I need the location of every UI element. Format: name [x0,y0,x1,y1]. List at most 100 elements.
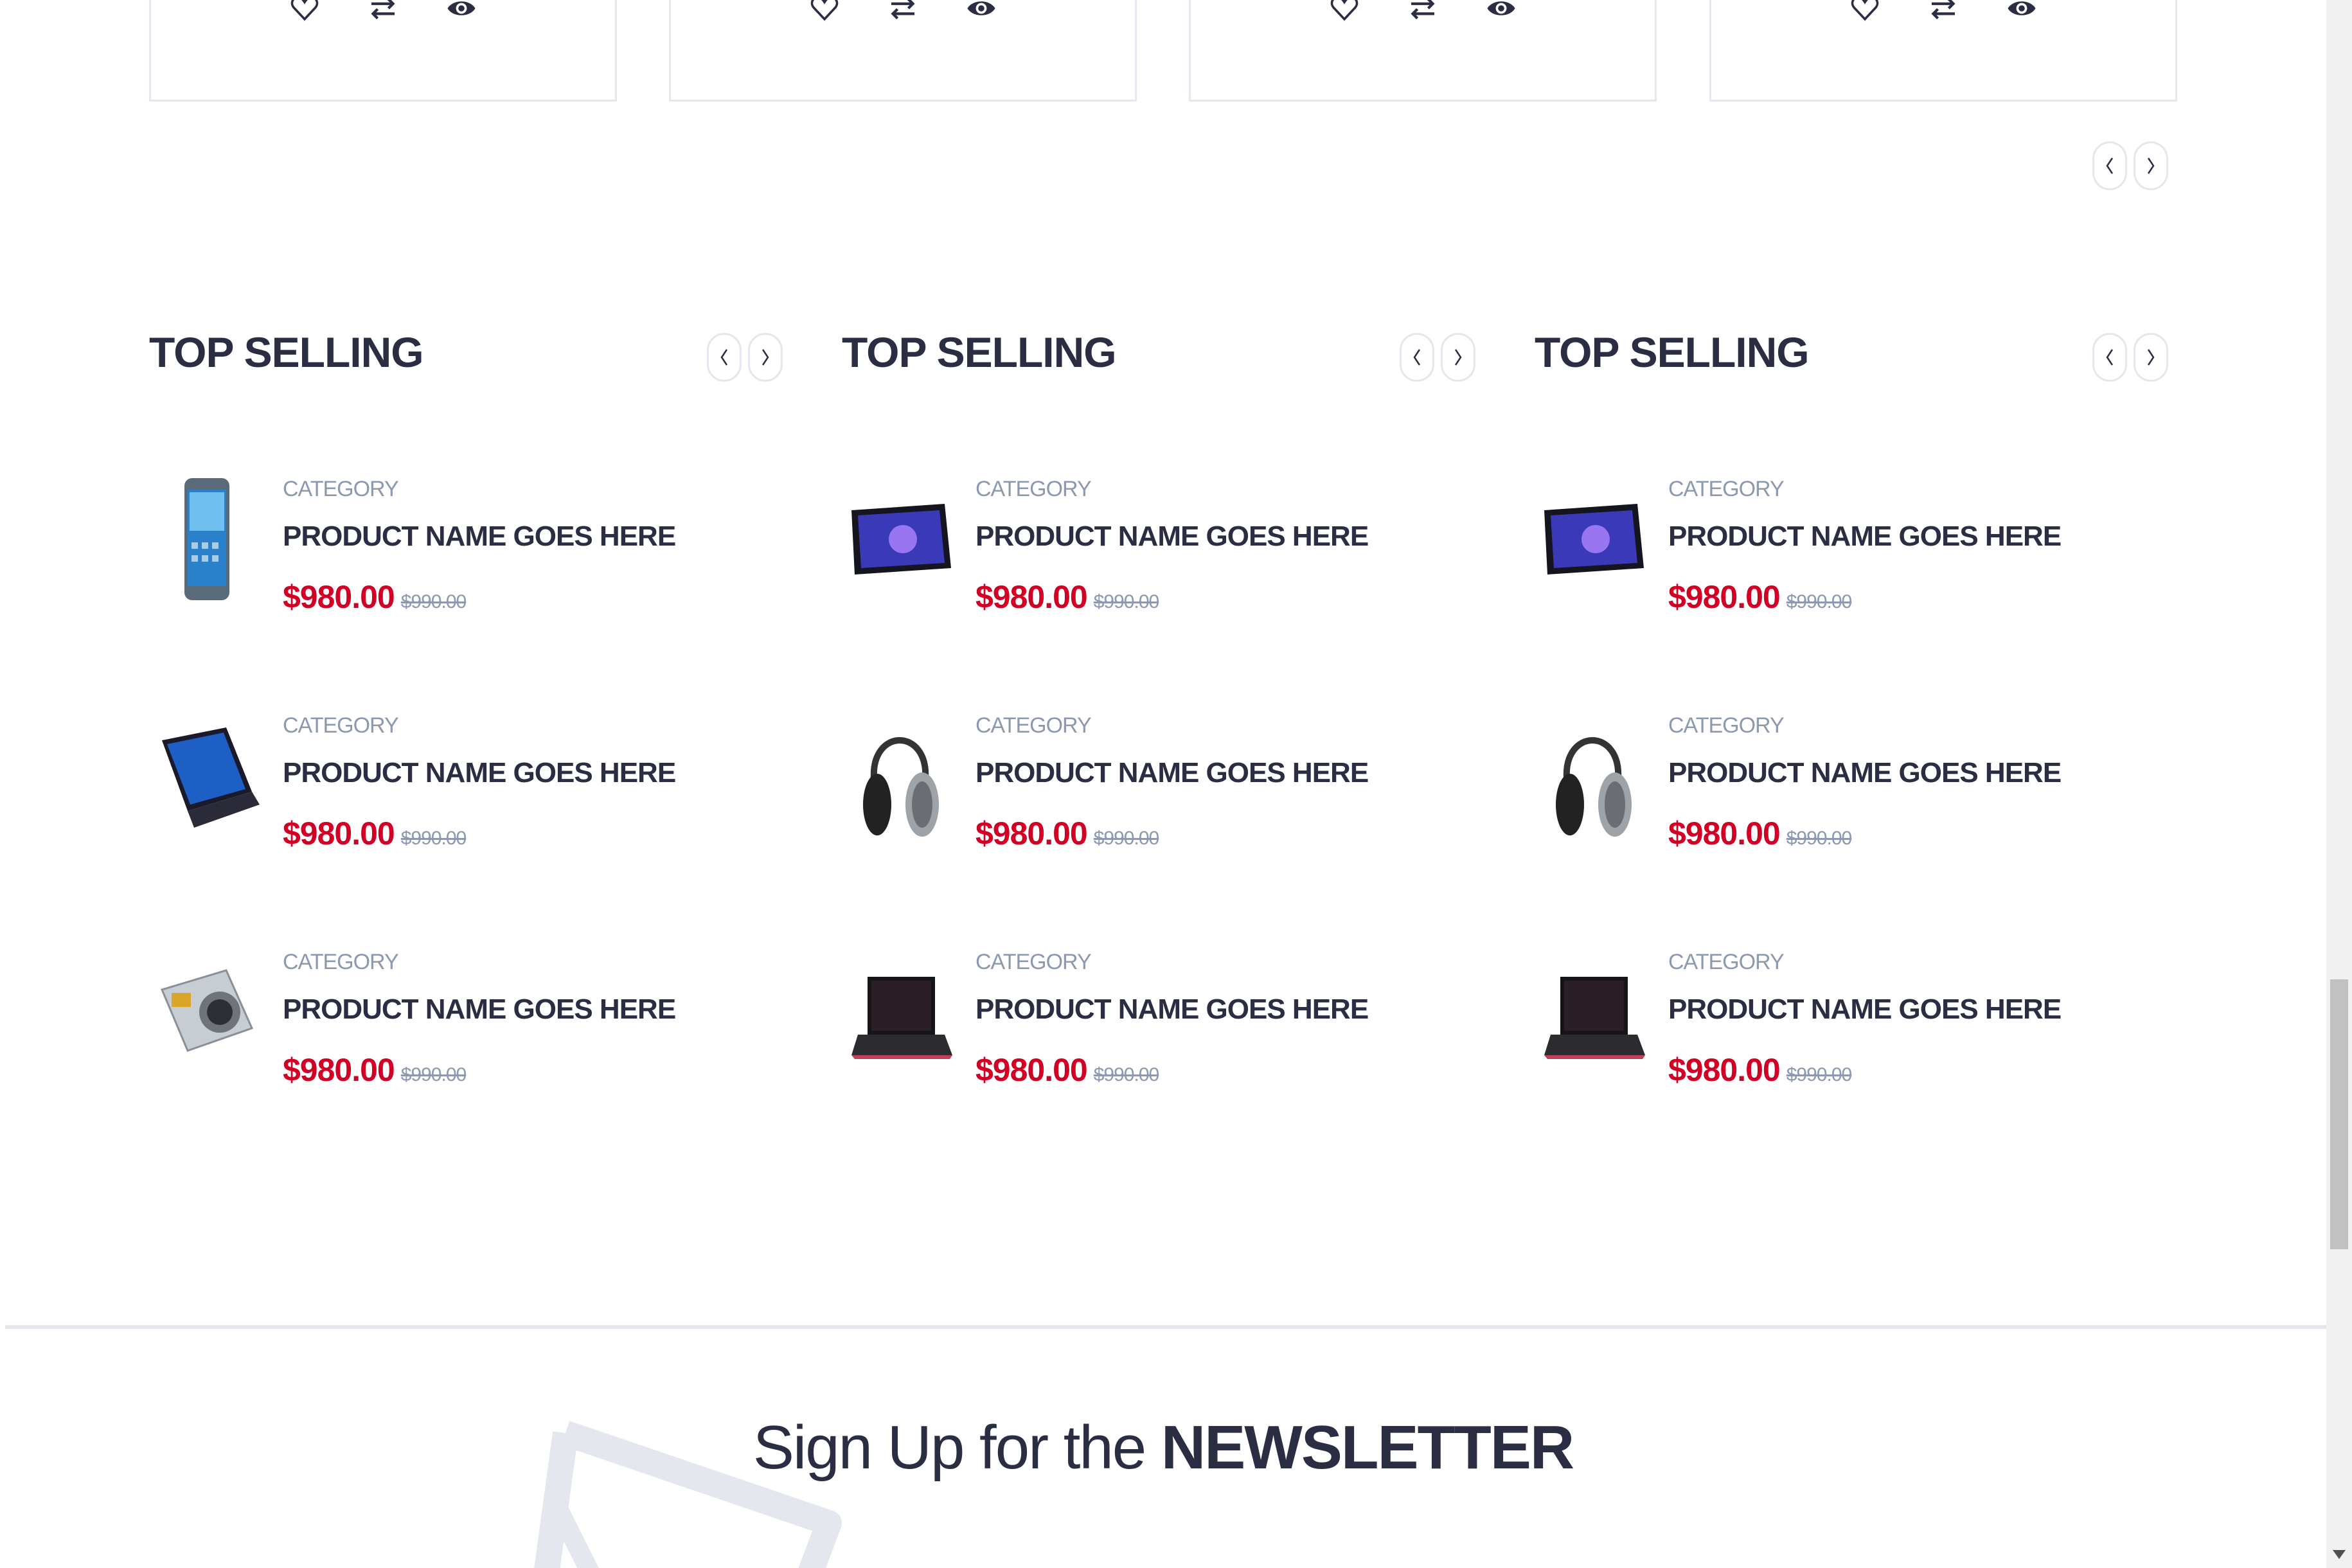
eye-button[interactable] [1482,0,1520,28]
product-widget[interactable]: CATEGORY PRODUCT NAME GOES HERE $980.00 $99… [1535,937,2164,1098]
carousel-next-button[interactable] [2134,141,2168,190]
product-image[interactable] [1535,945,1650,1080]
chevron-left-icon [2103,153,2116,179]
column-prev-button[interactable] [707,333,742,382]
product-price: $980.00 $990.00 [283,578,467,616]
chevron-left-icon [1411,344,1423,370]
scroll-down-arrow-icon[interactable] [2333,1550,2346,1559]
section-title: TOP SELLING [149,328,424,376]
carousel-prev-button[interactable] [2092,141,2127,190]
product-widget[interactable]: CATEGORY PRODUCT NAME GOES HERE $980.00 $99… [842,464,1472,625]
product-card-actions [151,0,615,30]
exchange-icon [887,0,918,24]
chevron-right-icon [2144,153,2157,179]
product-category: CATEGORY [976,950,1092,974]
exchange-button[interactable] [884,0,922,28]
product-widget[interactable]: CATEGORY PRODUCT NAME GOES HERE $980.00 $99… [149,937,779,1098]
chevron-left-icon [718,344,731,370]
product-image[interactable] [149,945,265,1080]
product-name-link[interactable]: PRODUCT NAME GOES HERE [976,993,1369,1026]
current-price: $980.00 [976,579,1088,615]
eye-icon [2006,0,2037,24]
product-card [1189,0,1657,102]
product-price: $980.00 $990.00 [1668,578,1852,616]
product-widget[interactable]: CATEGORY PRODUCT NAME GOES HERE $980.00 $99… [149,700,779,861]
heart-button[interactable] [805,0,844,28]
product-price: $980.00 $990.00 [976,815,1159,852]
product-price: $980.00 $990.00 [283,815,467,852]
product-name-link[interactable]: PRODUCT NAME GOES HERE [1668,993,2062,1026]
product-image[interactable] [842,708,958,843]
product-name-link[interactable]: PRODUCT NAME GOES HERE [1668,757,2062,789]
product-category: CATEGORY [283,477,399,501]
exchange-button[interactable] [1403,0,1442,28]
product-widget[interactable]: CATEGORY PRODUCT NAME GOES HERE $980.00 $99… [1535,700,2164,861]
heart-button[interactable] [1846,0,1884,28]
product-name-link[interactable]: PRODUCT NAME GOES HERE [283,757,676,789]
product-card-actions [1191,0,1655,30]
product-widget[interactable]: CATEGORY PRODUCT NAME GOES HERE $980.00 $99… [842,700,1472,861]
product-image[interactable] [1535,708,1650,843]
column-prev-button[interactable] [1400,333,1434,382]
chevron-right-icon [2144,344,2157,370]
product-name-link[interactable]: PRODUCT NAME GOES HERE [283,993,676,1026]
product-category: CATEGORY [283,713,399,738]
product-name-link[interactable]: PRODUCT NAME GOES HERE [976,521,1369,553]
heart-icon [1329,0,1360,24]
product-image[interactable] [149,472,265,607]
newsletter-title-emphasis: NEWSLETTER [1161,1413,1574,1482]
product-category: CATEGORY [976,477,1092,501]
section-divider [5,1325,2326,1329]
exchange-icon [368,0,398,24]
newsletter-title-prefix: Sign Up for the [753,1413,1146,1482]
current-price: $980.00 [976,1052,1088,1088]
current-price: $980.00 [283,1052,395,1088]
heart-icon [289,0,320,24]
heart-icon [809,0,840,24]
eye-icon [446,0,477,24]
page-scrollbar[interactable] [2326,0,2352,1568]
column-prev-button[interactable] [2092,333,2127,382]
product-name-link[interactable]: PRODUCT NAME GOES HERE [283,521,676,553]
product-image[interactable] [842,945,958,1080]
exchange-button[interactable] [1924,0,1963,28]
product-name-link[interactable]: PRODUCT NAME GOES HERE [1668,521,2062,553]
column-next-button[interactable] [1441,333,1475,382]
scrollbar-thumb[interactable] [2330,979,2348,1249]
exchange-button[interactable] [364,0,402,28]
eye-button[interactable] [442,0,481,28]
product-card-actions [1711,0,2175,30]
product-widget[interactable]: CATEGORY PRODUCT NAME GOES HERE $980.00 $99… [149,464,779,625]
column-next-button[interactable] [2134,333,2168,382]
old-price: $990.00 [1786,591,1852,612]
column-next-button[interactable] [748,333,783,382]
product-widget[interactable]: CATEGORY PRODUCT NAME GOES HERE $980.00 $99… [1535,464,2164,625]
current-price: $980.00 [283,579,395,615]
section-title: TOP SELLING [1535,328,1810,376]
current-price: $980.00 [1668,579,1781,615]
product-name-link[interactable]: PRODUCT NAME GOES HERE [976,757,1369,789]
eye-icon [1486,0,1517,24]
current-price: $980.00 [976,815,1088,851]
chevron-left-icon [2103,344,2116,370]
product-widget[interactable]: CATEGORY PRODUCT NAME GOES HERE $980.00 $99… [842,937,1472,1098]
product-image[interactable] [1535,472,1650,607]
heart-button[interactable] [285,0,324,28]
current-price: $980.00 [283,815,395,851]
product-price: $980.00 $990.00 [976,1051,1159,1089]
heart-button[interactable] [1325,0,1364,28]
product-image[interactable] [842,472,958,607]
chevron-right-icon [1452,344,1465,370]
newsletter-title: Sign Up for the NEWSLETTER [0,1412,2326,1483]
old-price: $990.00 [400,591,467,612]
eye-button[interactable] [2002,0,2041,28]
chevron-right-icon [759,344,772,370]
old-price: $990.00 [1786,828,1852,849]
old-price: $990.00 [1093,828,1159,849]
eye-button[interactable] [962,0,1001,28]
heart-icon [1849,0,1880,24]
product-price: $980.00 $990.00 [1668,815,1852,852]
exchange-icon [1407,0,1438,24]
product-image[interactable] [149,708,265,843]
section-title: TOP SELLING [842,328,1117,376]
